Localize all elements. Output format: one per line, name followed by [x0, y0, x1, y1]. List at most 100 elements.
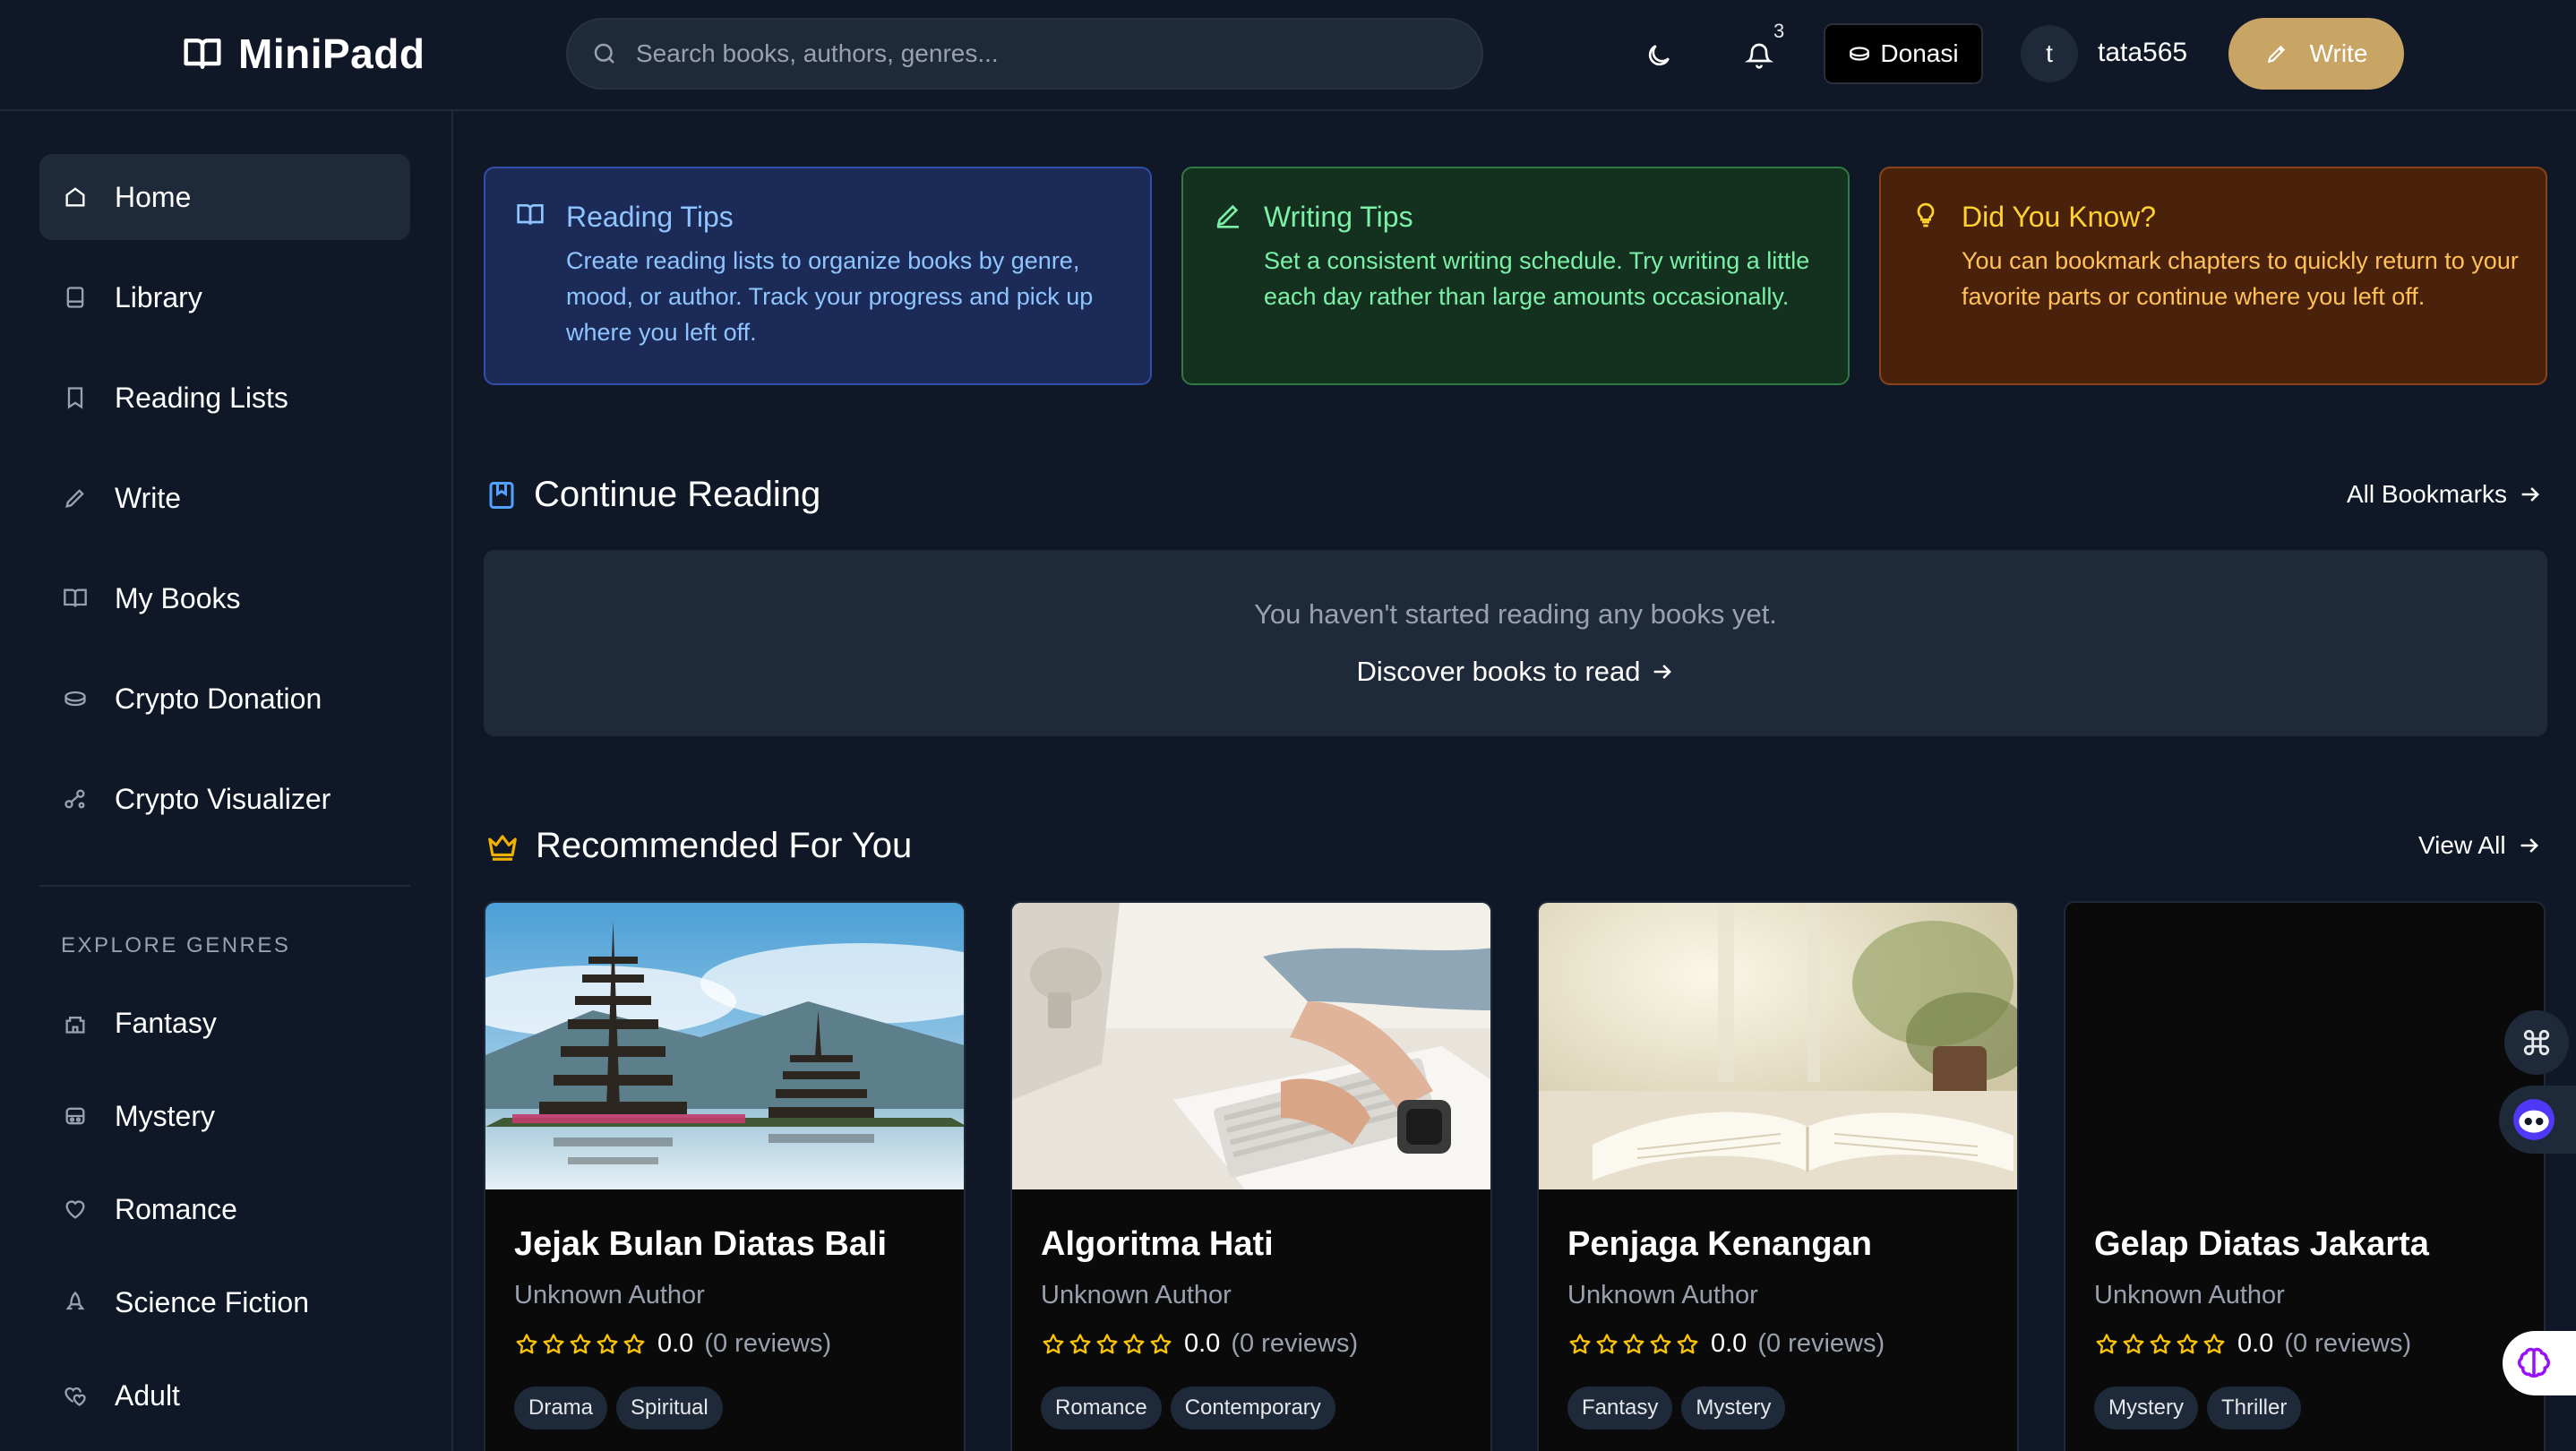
did-you-know-title: Did You Know?	[1962, 201, 2157, 233]
sidebar-item-romance[interactable]: Romance	[39, 1166, 410, 1252]
sidebar-item-label: Reading Lists	[115, 381, 288, 414]
book-tags: Mystery Thriller	[2094, 1387, 2302, 1430]
write-button[interactable]: Write	[2228, 18, 2404, 90]
sidebar-item-label: Crypto Donation	[115, 682, 322, 715]
command-icon	[2521, 1027, 2552, 1058]
sidebar-item-fantasy[interactable]: Fantasy	[39, 980, 410, 1066]
sidebar-item-reading-lists[interactable]: Reading Lists	[39, 355, 410, 441]
sidebar-item-adult[interactable]: Adult	[39, 1352, 410, 1438]
sidebar-item-label: Crypto Visualizer	[115, 782, 331, 815]
book-tags: Drama Spiritual	[514, 1387, 723, 1430]
lightbulb-icon	[1911, 201, 1940, 229]
book-title[interactable]: Algoritma Hati	[1041, 1225, 1274, 1264]
genre-tag[interactable]: Contemporary	[1170, 1387, 1335, 1430]
book-open-icon	[63, 586, 88, 611]
did-you-know-card: Did You Know? You can bookmark chapters …	[1879, 167, 2547, 385]
book-title[interactable]: Jejak Bulan Diatas Bali	[514, 1225, 887, 1264]
sidebar-item-library[interactable]: Library	[39, 254, 410, 340]
book-rating: 0.0 (0 reviews)	[1567, 1329, 1885, 1359]
view-all-link[interactable]: View All	[2418, 831, 2542, 860]
book-author: Unknown Author	[2094, 1281, 2285, 1309]
review-count: (0 reviews)	[704, 1329, 832, 1358]
recommended-heading: Recommended For You	[485, 826, 912, 866]
genre-tag[interactable]: Mystery	[1681, 1387, 1786, 1430]
network-icon	[63, 786, 88, 811]
theme-toggle-button[interactable]	[1637, 34, 1680, 77]
search-bar[interactable]	[566, 18, 1483, 90]
book-cover-image[interactable]	[2065, 903, 2544, 1189]
sidebar: Home Library Reading Lists Write My Book…	[0, 111, 453, 1451]
continue-reading-title: Continue Reading	[534, 475, 821, 514]
all-bookmarks-label: All Bookmarks	[2347, 480, 2507, 508]
crown-icon	[485, 829, 519, 863]
book-cover-image[interactable]	[1012, 903, 1490, 1189]
bookmark-icon	[485, 479, 518, 511]
star-rating-icon	[2094, 1332, 2227, 1357]
sidebar-item-home[interactable]: Home	[39, 154, 410, 240]
donate-button[interactable]: Donasi	[1824, 23, 1983, 84]
library-icon	[63, 285, 88, 310]
sidebar-item-write[interactable]: Write	[39, 455, 410, 541]
logo[interactable]: MiniPadd	[183, 27, 425, 81]
writing-tips-card: Writing Tips Set a consistent writing sc…	[1181, 167, 1850, 385]
writing-tips-text: Set a consistent writing schedule. Try w…	[1264, 247, 1810, 310]
bell-icon	[1745, 41, 1773, 70]
rocket-icon	[63, 1290, 88, 1315]
sidebar-item-mystery[interactable]: Mystery	[39, 1073, 410, 1159]
continue-reading-heading: Continue Reading	[485, 475, 820, 515]
bookmark-icon	[63, 385, 88, 410]
book-cover-image[interactable]	[485, 903, 964, 1189]
book-card[interactable]: Jejak Bulan Diatas Bali Unknown Author 0…	[484, 901, 966, 1451]
sidebar-item-crypto-donation[interactable]: Crypto Donation	[39, 656, 410, 742]
command-menu-button[interactable]	[2504, 1010, 2569, 1075]
continue-reading-panel: You haven't started reading any books ye…	[484, 550, 2547, 736]
explore-genres-label: EXPLORE GENRES	[61, 933, 291, 957]
coins-icon	[1848, 42, 1871, 65]
search-input[interactable]	[636, 39, 1442, 68]
book-tags: Fantasy Mystery	[1567, 1387, 1786, 1430]
discover-books-link[interactable]: Discover books to read	[484, 656, 2547, 688]
book-rating: 0.0 (0 reviews)	[1041, 1329, 1358, 1359]
book-cover-image[interactable]	[1539, 903, 2017, 1189]
arrow-right-icon	[1650, 659, 1675, 684]
reading-tips-text: Create reading lists to organize books b…	[566, 247, 1094, 346]
book-title[interactable]: Gelap Diatas Jakarta	[2094, 1225, 2429, 1264]
chatbot-button[interactable]	[2499, 1086, 2576, 1154]
view-all-label: View All	[2418, 831, 2506, 859]
arrow-right-icon	[2518, 482, 2543, 507]
genre-tag[interactable]: Spiritual	[616, 1387, 723, 1430]
brain-icon	[2515, 1344, 2553, 1382]
sidebar-item-label: Romance	[115, 1192, 237, 1225]
coins-icon	[63, 686, 88, 711]
genre-tag[interactable]: Mystery	[2094, 1387, 2198, 1430]
sidebar-item-my-books[interactable]: My Books	[39, 555, 410, 641]
all-bookmarks-link[interactable]: All Bookmarks	[2347, 480, 2543, 509]
genre-tag[interactable]: Drama	[514, 1387, 608, 1430]
genre-tag[interactable]: Fantasy	[1567, 1387, 1673, 1430]
book-card[interactable]: Gelap Diatas Jakarta Unknown Author 0.0 …	[2064, 901, 2546, 1451]
star-rating-icon	[1567, 1332, 1700, 1357]
review-count: (0 reviews)	[1757, 1329, 1885, 1358]
logo-text: MiniPadd	[238, 30, 425, 77]
genre-tag[interactable]: Thriller	[2207, 1387, 2302, 1430]
book-card[interactable]: Penjaga Kenangan Unknown Author 0.0 (0 r…	[1537, 901, 2019, 1451]
review-count: (0 reviews)	[1231, 1329, 1359, 1358]
ai-assistant-button[interactable]	[2503, 1331, 2576, 1395]
book-title[interactable]: Penjaga Kenangan	[1567, 1225, 1872, 1264]
avatar[interactable]: t	[2021, 25, 2078, 82]
sidebar-item-crypto-visualizer[interactable]: Crypto Visualizer	[39, 756, 410, 842]
castle-icon	[63, 1010, 88, 1035]
write-label: Write	[2309, 39, 2368, 67]
notification-count-badge: 3	[1773, 20, 1785, 42]
rating-score: 0.0	[1711, 1329, 1747, 1358]
genre-tag[interactable]: Romance	[1041, 1387, 1162, 1430]
username[interactable]: tata565	[2098, 38, 2187, 68]
pencil-icon	[2265, 42, 2288, 65]
book-rating: 0.0 (0 reviews)	[514, 1329, 831, 1359]
book-card[interactable]: Algoritma Hati Unknown Author 0.0 (0 rev…	[1010, 901, 1492, 1451]
sidebar-item-label: Science Fiction	[115, 1285, 309, 1318]
home-icon	[63, 185, 88, 210]
sidebar-item-label: Home	[115, 180, 192, 213]
book-open-icon	[516, 201, 545, 229]
sidebar-item-science-fiction[interactable]: Science Fiction	[39, 1259, 410, 1345]
